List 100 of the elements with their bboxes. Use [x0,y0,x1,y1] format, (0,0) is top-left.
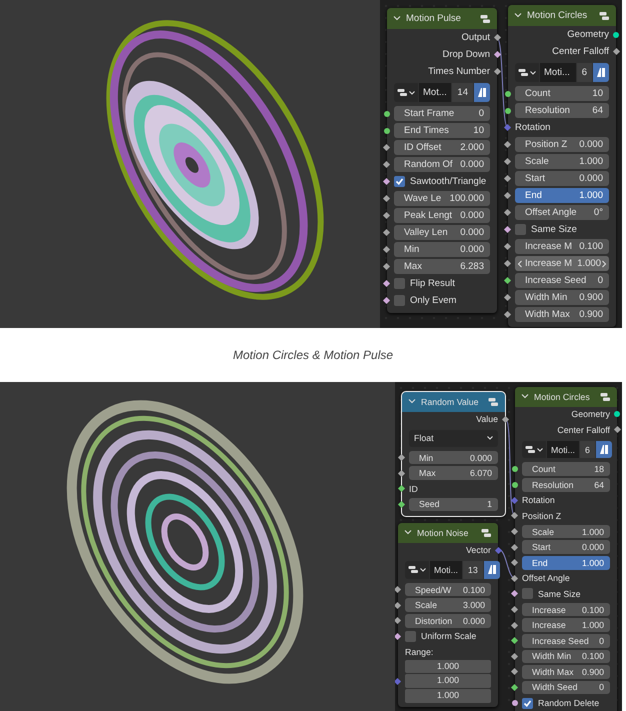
fake-user-icon[interactable] [486,564,497,576]
number-field[interactable]: Start 0.000 [522,540,610,554]
number-field[interactable]: Wave Le 100.000 [394,191,490,206]
socket-icon[interactable] [502,416,510,423]
node-header[interactable]: Motion Circles [515,387,617,407]
datablock-name[interactable]: Moti... [540,63,576,82]
number-field[interactable]: Scale 1.000 [522,524,610,538]
number-field[interactable]: Max 6.070 [409,466,498,480]
number-field[interactable]: Min 0.000 [409,450,498,464]
caret-icon[interactable] [537,448,543,452]
number-field[interactable]: Width Max 0.900 [522,665,610,679]
socket-icon[interactable] [510,544,518,551]
socket-icon[interactable] [614,411,620,418]
number-field[interactable]: End Times 10 [394,123,490,138]
socket-icon[interactable] [512,700,518,706]
socket-icon[interactable] [510,574,518,582]
socket-icon[interactable] [510,590,518,598]
node-tree-selector[interactable] [394,83,418,102]
fake-user-toggle[interactable] [484,561,500,579]
socket-icon[interactable] [382,212,390,220]
socket-icon[interactable] [613,32,619,38]
number-field[interactable]: Valley Len 0.000 [394,225,490,240]
checkbox[interactable] [522,588,533,600]
number-field[interactable]: Random Of 0.000 [394,157,490,172]
number-field[interactable]: Peak Lengt 0.000 [394,208,490,223]
number-field[interactable]: Resolution 64 [522,478,610,492]
number-field[interactable]: Min 0.000 [394,242,490,257]
vector-component-field[interactable]: 1.000 [405,688,491,703]
number-field[interactable]: ID Offset 2.000 [394,140,490,155]
socket-icon[interactable] [384,128,390,134]
number-field[interactable]: Increase Seed 0 [515,273,609,288]
socket-icon[interactable] [395,617,402,624]
caret-icon[interactable] [409,90,415,94]
socket-icon[interactable] [510,622,518,629]
socket-icon[interactable] [504,208,512,216]
socket-icon[interactable] [504,158,512,166]
socket-icon[interactable] [510,652,518,660]
datablock-name[interactable]: Moti... [547,440,579,458]
type-dropdown[interactable]: Float [409,430,498,447]
socket-icon[interactable] [504,174,512,182]
node-header[interactable]: Motion Circles [508,5,616,26]
fake-user-icon[interactable] [596,67,606,78]
socket-icon[interactable] [504,276,512,284]
socket-icon[interactable] [504,242,512,250]
datablock-name[interactable]: Moti... [430,561,462,579]
socket-icon[interactable] [398,470,406,477]
number-field[interactable]: Resolution 64 [515,103,609,118]
node-group-icon[interactable] [488,396,499,407]
socket-icon[interactable] [505,90,511,96]
socket-icon[interactable] [398,500,406,508]
socket-icon[interactable] [382,144,390,152]
node-group-icon[interactable] [600,392,611,402]
checkbox[interactable] [405,630,416,642]
chevron-right-icon[interactable] [601,260,607,268]
node-tree-icon[interactable] [525,445,536,454]
number-field[interactable]: Offset Angle 0° [515,205,609,220]
user-count[interactable]: 13 [462,561,483,579]
socket-icon[interactable] [395,586,402,594]
number-field[interactable]: End 1.000 [522,556,610,570]
checkbox[interactable] [522,698,533,709]
socket-icon[interactable] [382,246,390,254]
number-field[interactable]: Start Frame 0 [394,106,490,121]
socket-icon[interactable] [395,632,402,640]
number-field[interactable]: Width Min 0.100 [522,650,610,664]
collapse-chevron-icon[interactable] [408,399,416,404]
socket-icon[interactable] [382,178,390,186]
number-field[interactable]: Scale 1.000 [515,154,609,169]
datablock-name[interactable]: Mot... [419,83,452,102]
socket-icon[interactable] [382,280,390,288]
collapse-chevron-icon[interactable] [514,13,522,18]
number-field[interactable]: Increase M 1.000 [515,256,609,271]
collapse-chevron-icon[interactable] [393,16,401,21]
socket-icon[interactable] [612,48,620,56]
socket-icon[interactable] [504,294,512,302]
socket-icon[interactable] [384,110,390,116]
caret-icon[interactable] [530,70,536,74]
node-tree-selector[interactable] [522,440,546,458]
node-header[interactable]: Random Value [402,392,505,412]
node-tree-selector[interactable] [405,561,429,579]
user-count[interactable]: 6 [576,63,592,82]
socket-icon[interactable] [512,466,518,472]
number-field[interactable]: Scale 3.000 [405,598,491,612]
socket-icon[interactable] [510,559,518,566]
socket-icon[interactable] [494,68,502,76]
socket-icon[interactable] [494,34,502,42]
socket-icon[interactable] [382,228,390,236]
node-tree-selector[interactable] [515,63,539,82]
number-field[interactable]: Max 6.283 [394,259,490,274]
socket-icon[interactable] [510,528,518,536]
socket-icon[interactable] [510,668,518,676]
fake-user-toggle[interactable] [474,83,490,102]
number-field[interactable]: End 1.000 [515,188,609,203]
fake-user-toggle[interactable] [593,63,609,82]
socket-icon[interactable] [614,426,622,434]
socket-icon[interactable] [510,637,518,644]
node-header[interactable]: Motion Noise [398,523,498,543]
fake-user-icon[interactable] [598,444,609,456]
user-count[interactable]: 14 [452,83,473,102]
node-group-icon[interactable] [599,10,610,20]
socket-icon[interactable] [382,296,390,304]
